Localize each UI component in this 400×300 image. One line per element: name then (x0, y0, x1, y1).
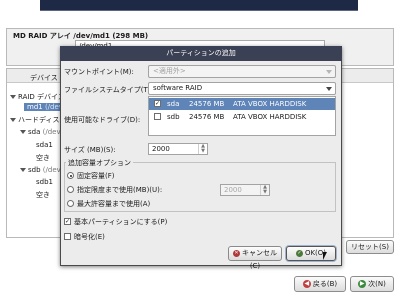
radio-fixed[interactable] (67, 172, 74, 179)
chevron-down-icon (326, 87, 332, 91)
back-button[interactable]: ◀ 戻る(B) (294, 276, 346, 292)
tree-item-hard-disks[interactable]: ハードディスク (10, 115, 67, 125)
fs-type-label: ファイルシステムタイプ(T): (64, 86, 153, 94)
cancel-button[interactable]: ✕ キャンセル(C) (228, 246, 282, 270)
drive-row-sdb[interactable]: sdb 24576 MB ATA VBOX HARDDISK (149, 111, 335, 123)
expander-icon[interactable] (20, 130, 26, 134)
mount-point-label: マウントポイント(M): (64, 68, 134, 76)
expander-icon[interactable] (10, 118, 16, 122)
radio-upto[interactable] (67, 186, 74, 193)
ok-icon: ✓ (295, 249, 303, 257)
encrypt-label[interactable]: 暗号化(E) (74, 232, 105, 242)
expander-icon[interactable] (20, 168, 26, 172)
drive-checkbox-sda[interactable]: ✓ (154, 100, 161, 107)
size-options-title: 追加容量オプション (66, 158, 133, 168)
mouse-pointer-icon (323, 252, 327, 260)
dialog-titlebar[interactable]: パーティションの追加 (60, 46, 342, 61)
top-banner (40, 0, 358, 11)
drive-row-sda[interactable]: ✓ sda 24576 MB ATA VBOX HARDDISK (149, 98, 335, 110)
primary-partition-label[interactable]: 基本パーティションにする(P) (74, 217, 167, 227)
ok-button[interactable]: ✓ OK(O) (286, 246, 336, 261)
radio-max-label[interactable]: 最大許容量まで使用(A) (77, 199, 150, 209)
radio-max[interactable] (67, 200, 74, 207)
radio-fixed-label[interactable]: 固定容量(F) (77, 171, 115, 181)
tree-item-sdb1[interactable]: sdb1 (36, 178, 53, 186)
expander-icon[interactable] (10, 95, 16, 99)
cancel-icon: ✕ (233, 249, 240, 257)
spin-arrows-icon[interactable]: ▲ ▼ (198, 144, 207, 154)
next-button[interactable]: ▶ 次(N) (350, 276, 394, 292)
tree-item-sda1[interactable]: sda1 (36, 141, 53, 149)
drives-label: 使用可能なドライブ(D): (64, 116, 141, 124)
chevron-down-icon (326, 70, 332, 74)
size-label: サイズ (MB)(S): (64, 146, 116, 154)
tree-item-raid-devices[interactable]: RAID デバイス (10, 92, 65, 102)
upto-size-spinner[interactable]: 2000 ▲ ▼ (220, 184, 270, 196)
drive-checkbox-sdb[interactable] (154, 113, 161, 120)
fs-type-select[interactable]: software RAID (148, 82, 336, 95)
primary-partition-checkbox[interactable]: ✓ (64, 218, 71, 225)
back-arrow-icon: ◀ (302, 280, 311, 288)
radio-upto-label[interactable]: 指定限度まで使用(MB)(U): (77, 185, 162, 195)
encrypt-checkbox[interactable] (64, 233, 71, 240)
size-spinner[interactable]: 2000 ▲ ▼ (148, 143, 208, 155)
reset-button[interactable]: リセット(S) (346, 240, 394, 254)
mount-point-combo[interactable]: <適用外> (148, 65, 336, 78)
tree-item-sdb-free[interactable]: 空き (36, 190, 50, 200)
device-column-header: デバイス (30, 74, 58, 82)
tree-item-sda-free[interactable]: 空き (36, 153, 50, 163)
next-arrow-icon: ▶ (358, 280, 367, 288)
spin-arrows-icon[interactable]: ▲ ▼ (260, 185, 269, 195)
